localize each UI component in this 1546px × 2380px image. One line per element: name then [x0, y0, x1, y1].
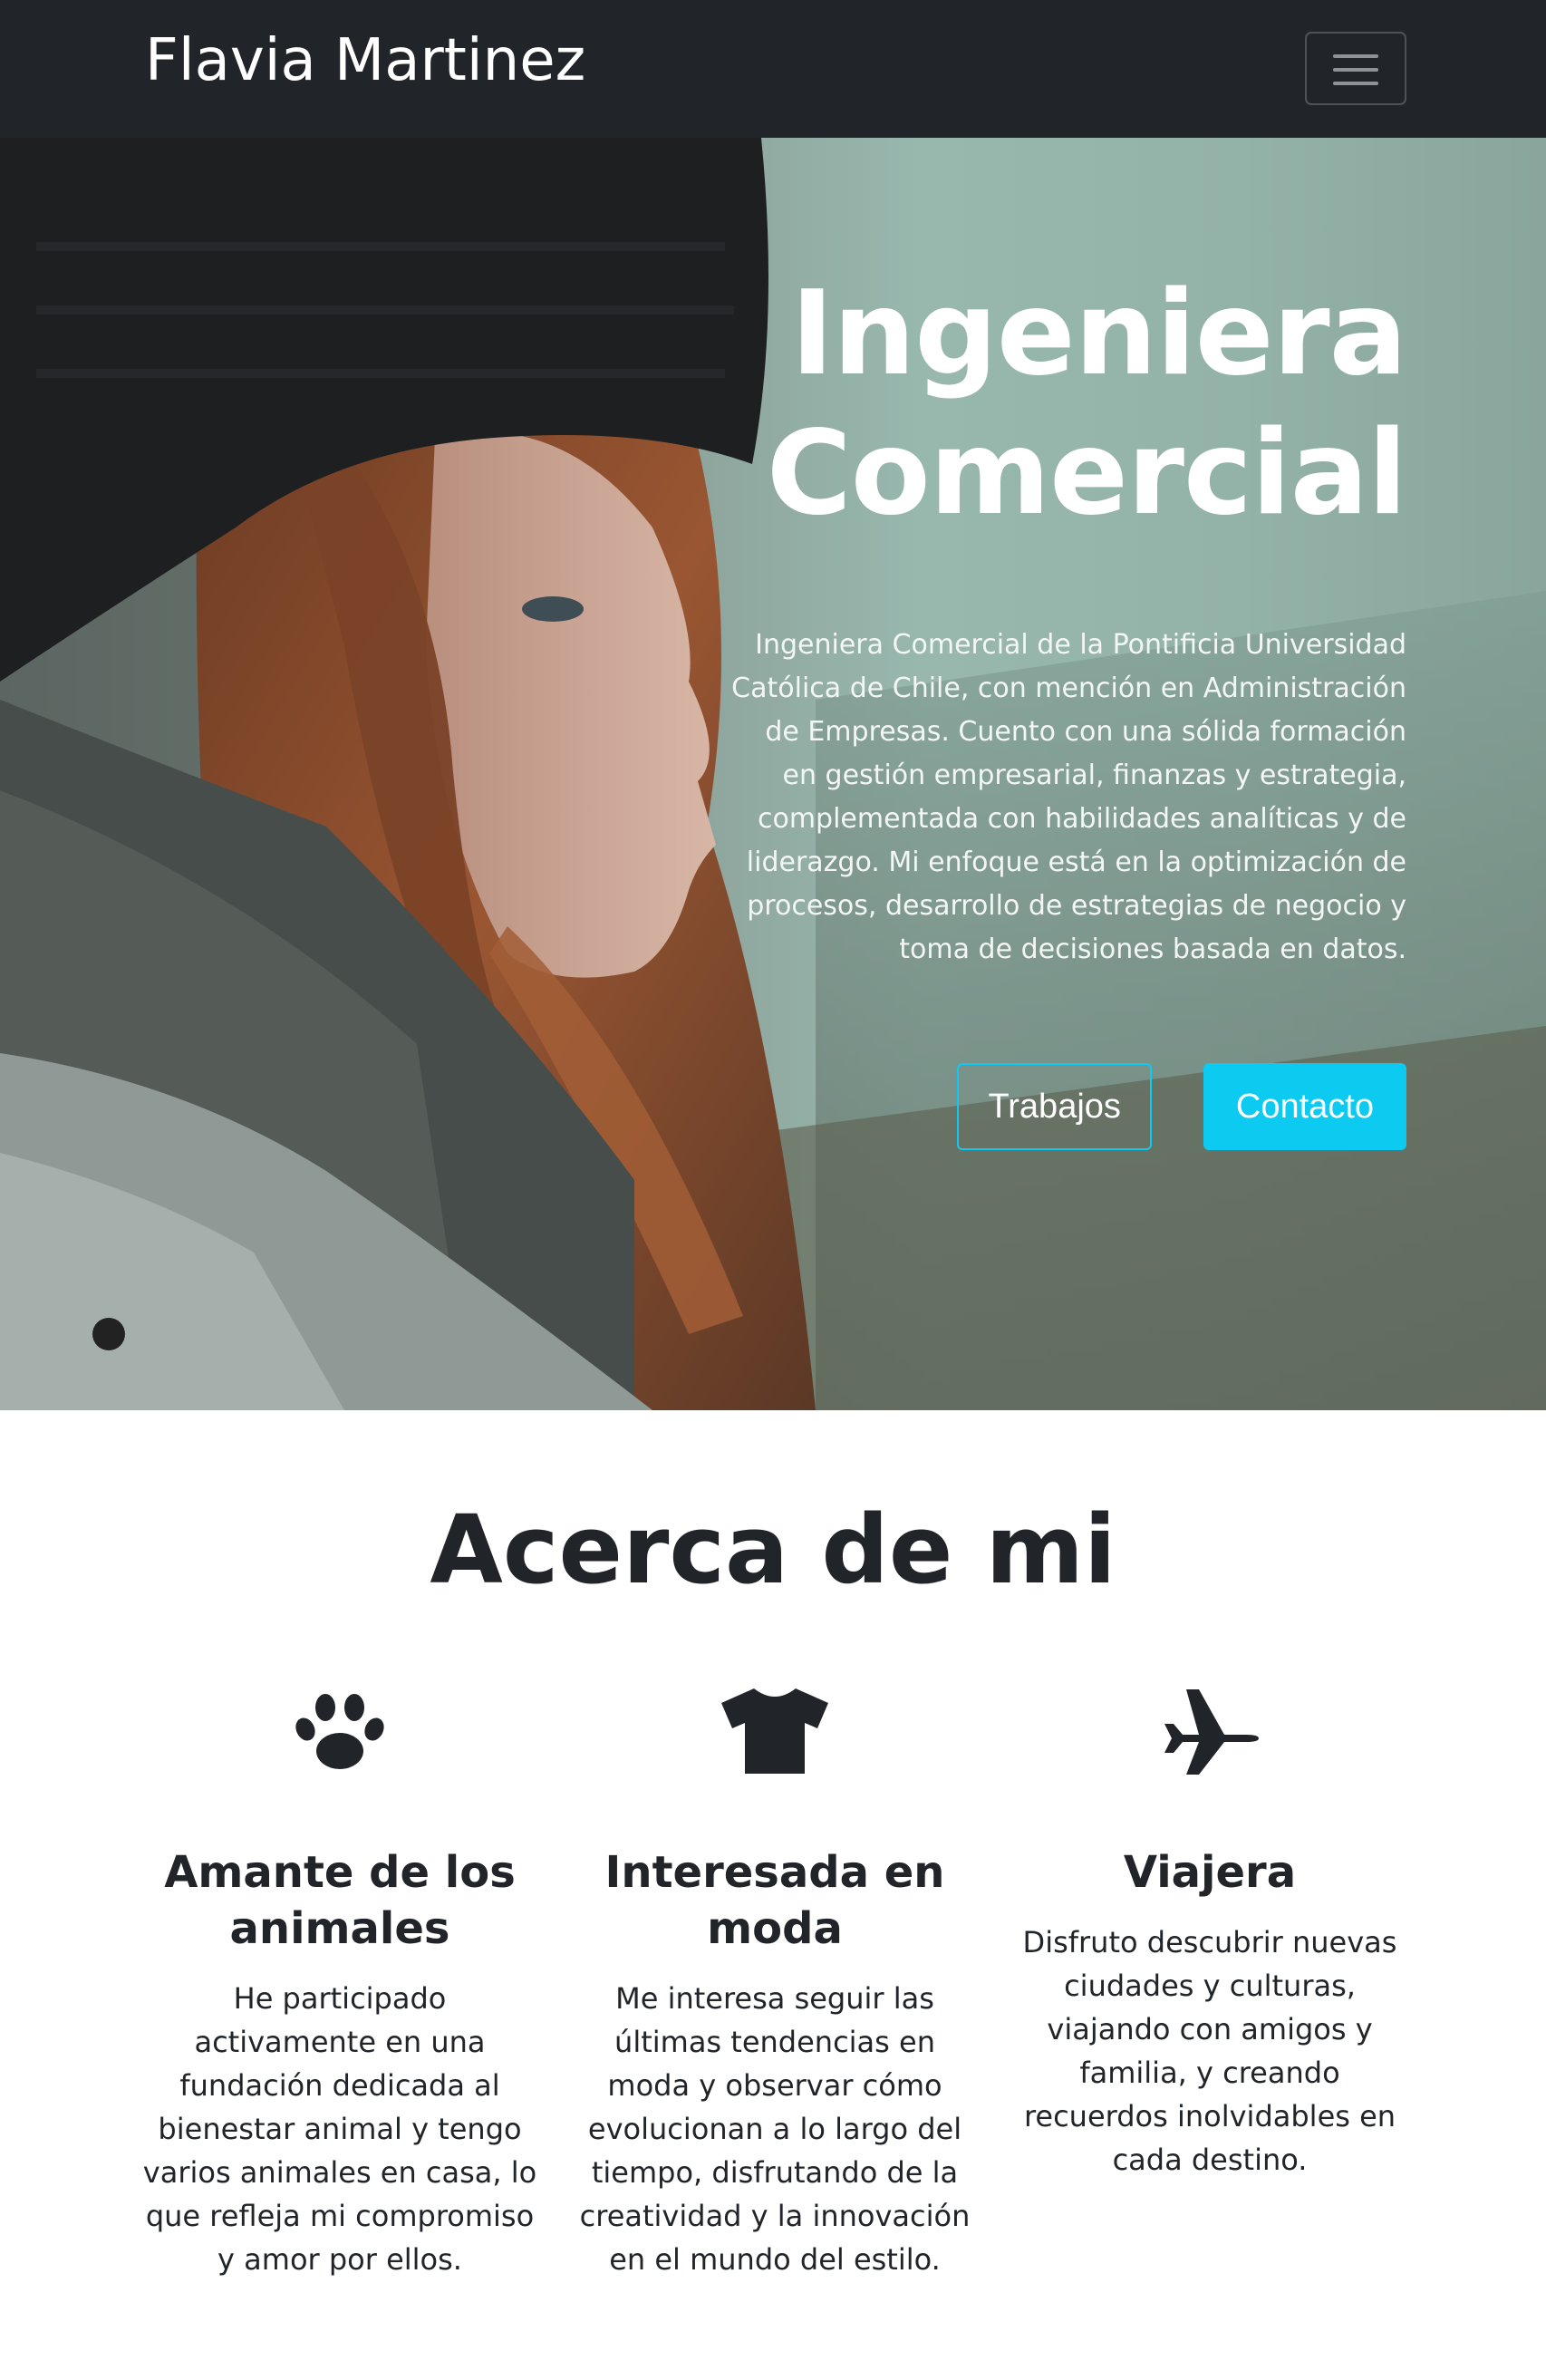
- feature-animals: Amante de los animales He participado ac…: [140, 1681, 539, 2281]
- works-button[interactable]: Trabajos: [957, 1063, 1152, 1150]
- hero-text-block: Ingeniera Comercial Ingeniera Comercial …: [609, 265, 1407, 972]
- hero-description: Ingeniera Comercial de la Pontificia Uni…: [731, 629, 1406, 965]
- brand-link[interactable]: Flavia Martinez: [145, 24, 585, 98]
- hero-title: Ingeniera Comercial: [609, 265, 1407, 544]
- paw-icon: [140, 1681, 539, 1781]
- hero-section: Ingeniera Comercial Ingeniera Comercial …: [0, 138, 1546, 1410]
- feature-title: Interesada en moda: [604, 1847, 945, 1954]
- hero-buttons: Trabajos Contacto: [957, 1063, 1406, 1150]
- hero-title-line-1: Ingeniera: [790, 266, 1407, 402]
- navbar: Flavia Martinez: [0, 0, 1546, 138]
- feature-travel: Viajera Disfruto descubrir nuevas ciudad…: [1010, 1681, 1409, 2182]
- feature-fashion: Interesada en moda Me interesa seguir la…: [575, 1681, 974, 2281]
- feature-text: He participado activamente en una fundac…: [142, 1981, 537, 2277]
- feature-title: Amante de los animales: [164, 1847, 516, 1954]
- feature-title: Viajera: [1123, 1847, 1297, 1898]
- hero-title-line-2: Comercial: [766, 406, 1407, 541]
- about-title: Acerca de mi: [430, 1495, 1116, 1605]
- menu-toggle-button[interactable]: [1305, 32, 1406, 105]
- plane-icon: [1010, 1681, 1409, 1781]
- tshirt-icon: [575, 1681, 974, 1781]
- feature-text: Disfruto descubrir nuevas ciudades y cul…: [1022, 1925, 1397, 2177]
- feature-text: Me interesa seguir las últimas tendencia…: [579, 1981, 971, 2277]
- contact-button[interactable]: Contacto: [1203, 1063, 1406, 1150]
